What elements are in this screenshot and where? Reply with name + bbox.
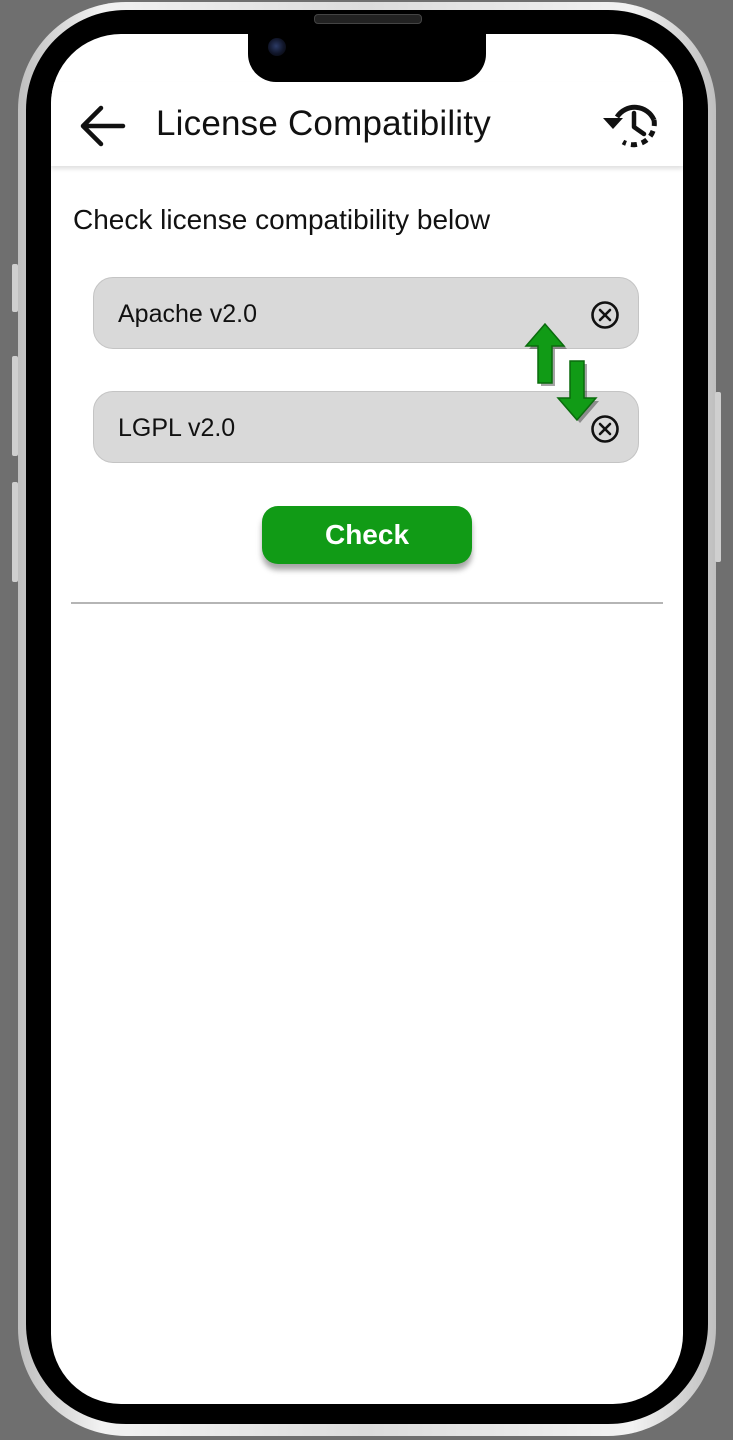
history-button[interactable] [601,98,663,152]
swap-arrows-icon [524,322,599,423]
phone-side-button-power [715,392,721,562]
license-field-1-value: Apache v2.0 [118,300,257,328]
back-button[interactable] [77,104,127,148]
page-title: License Compatibility [156,104,491,143]
history-icon [603,104,657,148]
app-screen: License Compatibility Check license comp… [51,34,683,1404]
camera-notch [248,34,486,82]
phone-side-button-volume-down [12,482,18,582]
swap-licenses-button[interactable] [521,320,601,424]
instruction-text: Check license compatibility below [73,204,491,235]
front-camera [268,38,286,56]
check-button[interactable]: Check [262,506,472,564]
phone-side-button-mute [12,264,18,312]
license-field-2-value: LGPL v2.0 [118,414,236,442]
arrow-back-icon [80,105,126,147]
app-bar: License Compatibility [51,82,683,166]
results-divider [71,602,663,604]
phone-speaker [314,14,422,24]
phone-side-button-volume-up [12,356,18,456]
